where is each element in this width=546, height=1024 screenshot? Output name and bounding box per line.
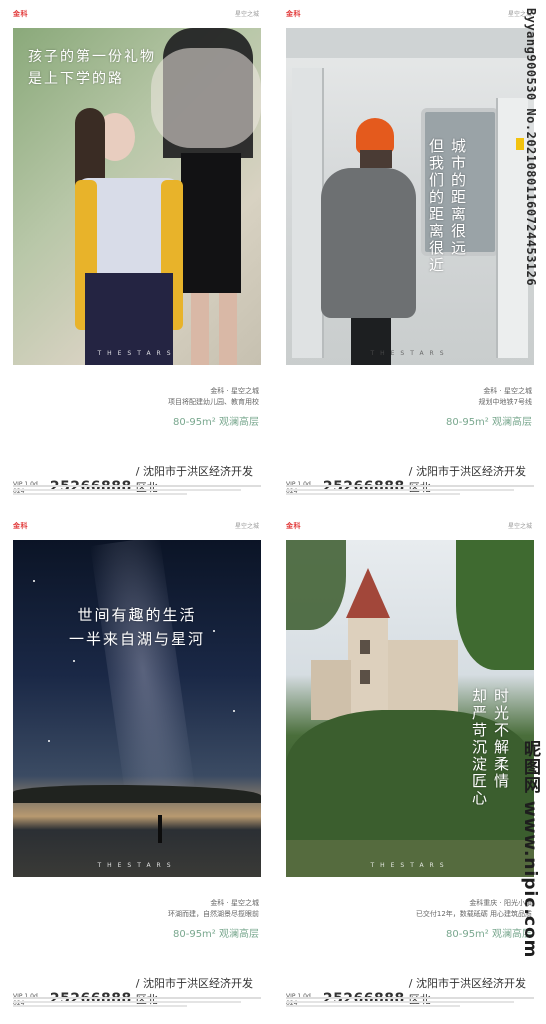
info-block: 金科 · 星空之城 环湖而建，自然湖景尽揽眼前 80-95m² 观澜高层 bbox=[19, 898, 259, 942]
headline-vertical-1: 城市的距离很远 bbox=[449, 138, 467, 257]
project-tag: THESTARS bbox=[97, 862, 177, 869]
info-feature: 已交付12年，数载砥砺 用心建筑品质 bbox=[415, 910, 532, 918]
brand-name: 星空之城 bbox=[234, 11, 259, 18]
project-tag: THESTARS bbox=[370, 862, 450, 869]
fine-print bbox=[286, 995, 534, 1010]
project-tag: THESTARS bbox=[97, 350, 177, 357]
photo-metro-car: 城市的距离很远 但我们的距离很近 THESTARS bbox=[286, 28, 534, 365]
headline: 孩子的第一份礼物 是上下学的路 bbox=[28, 46, 156, 90]
poster-school-road: 金科 星空之城 孩子的第一份礼物 是上下学的路 THESTARS 金科 · 星空… bbox=[3, 3, 265, 501]
info-feature: 规划中地铁7号线 bbox=[478, 398, 532, 406]
info-area: 80-95m² 观澜高层 bbox=[173, 929, 259, 940]
headline-line-1: 孩子的第一份礼物 bbox=[28, 49, 156, 65]
brand-name: 星空之城 bbox=[234, 523, 259, 530]
brand-logo: 金科 bbox=[13, 10, 28, 18]
watermark-id: Byyang900530 No.20210801160724453126 bbox=[524, 8, 538, 287]
headline-vertical-1: 时光不解柔情 bbox=[492, 688, 510, 790]
photo-starry-lake: 世间有趣的生活 一半来自湖与星河 THESTARS bbox=[13, 540, 261, 877]
info-project: 金科 · 星空之城 bbox=[483, 387, 532, 395]
info-project: 金科 · 星空之城 bbox=[210, 899, 259, 907]
poster-castle: 金科 星空之城 时光不解柔情 却严苛沉淀匠心 THESTARS 金科重庆 · 阳… bbox=[276, 515, 538, 1013]
headline: 世间有趣的生活 一半来自湖与星河 bbox=[13, 603, 261, 651]
headline-line-1: 世间有趣的生活 bbox=[77, 606, 197, 624]
brand-logo: 金科 bbox=[13, 522, 28, 530]
fine-print bbox=[13, 483, 261, 498]
watermark-site: 昵图网 www.nipic.com bbox=[520, 740, 540, 959]
poster-lake-stars: 金科 星空之城 世间有趣的生活 一半来自湖与星河 THESTARS 金科 · 星… bbox=[3, 515, 265, 1013]
info-area: 80-95m² 观澜高层 bbox=[446, 417, 532, 428]
project-tag: THESTARS bbox=[370, 350, 450, 357]
brand-logo: 金科 bbox=[286, 522, 301, 530]
fine-print bbox=[13, 995, 261, 1010]
photo-girl-school: 孩子的第一份礼物 是上下学的路 THESTARS bbox=[13, 28, 261, 365]
info-block: 金科 · 星空之城 项目将配建幼儿园、教育用校 80-95m² 观澜高层 bbox=[19, 386, 259, 430]
info-feature: 环湖而建，自然湖景尽揽眼前 bbox=[168, 910, 259, 918]
photo-castle-garden: 时光不解柔情 却严苛沉淀匠心 THESTARS bbox=[286, 540, 534, 877]
headline-line-2: 是上下学的路 bbox=[28, 71, 124, 87]
info-project: 金科 · 星空之城 bbox=[210, 387, 259, 395]
brand-logo: 金科 bbox=[286, 10, 301, 18]
info-area: 80-95m² 观澜高层 bbox=[446, 929, 532, 940]
headline-vertical-2: 却严苛沉淀匠心 bbox=[470, 688, 488, 807]
info-block: 金科 · 星空之城 规划中地铁7号线 80-95m² 观澜高层 bbox=[292, 386, 532, 430]
info-block: 金科重庆 · 阳光小镇 已交付12年，数载砥砺 用心建筑品质 80-95m² 观… bbox=[292, 898, 532, 942]
info-project: 金科重庆 · 阳光小镇 bbox=[469, 899, 532, 907]
poster-metro: 金科 星空之城 城市的距离很远 但我们的距离很近 THESTARS 金科 · 星… bbox=[276, 3, 538, 501]
info-area: 80-95m² 观澜高层 bbox=[173, 417, 259, 428]
fine-print bbox=[286, 483, 534, 498]
brand-name: 星空之城 bbox=[507, 523, 532, 530]
headline-vertical-2: 但我们的距离很近 bbox=[427, 138, 445, 274]
headline-line-2: 一半来自湖与星河 bbox=[68, 630, 205, 648]
info-feature: 项目将配建幼儿园、教育用校 bbox=[168, 398, 259, 406]
